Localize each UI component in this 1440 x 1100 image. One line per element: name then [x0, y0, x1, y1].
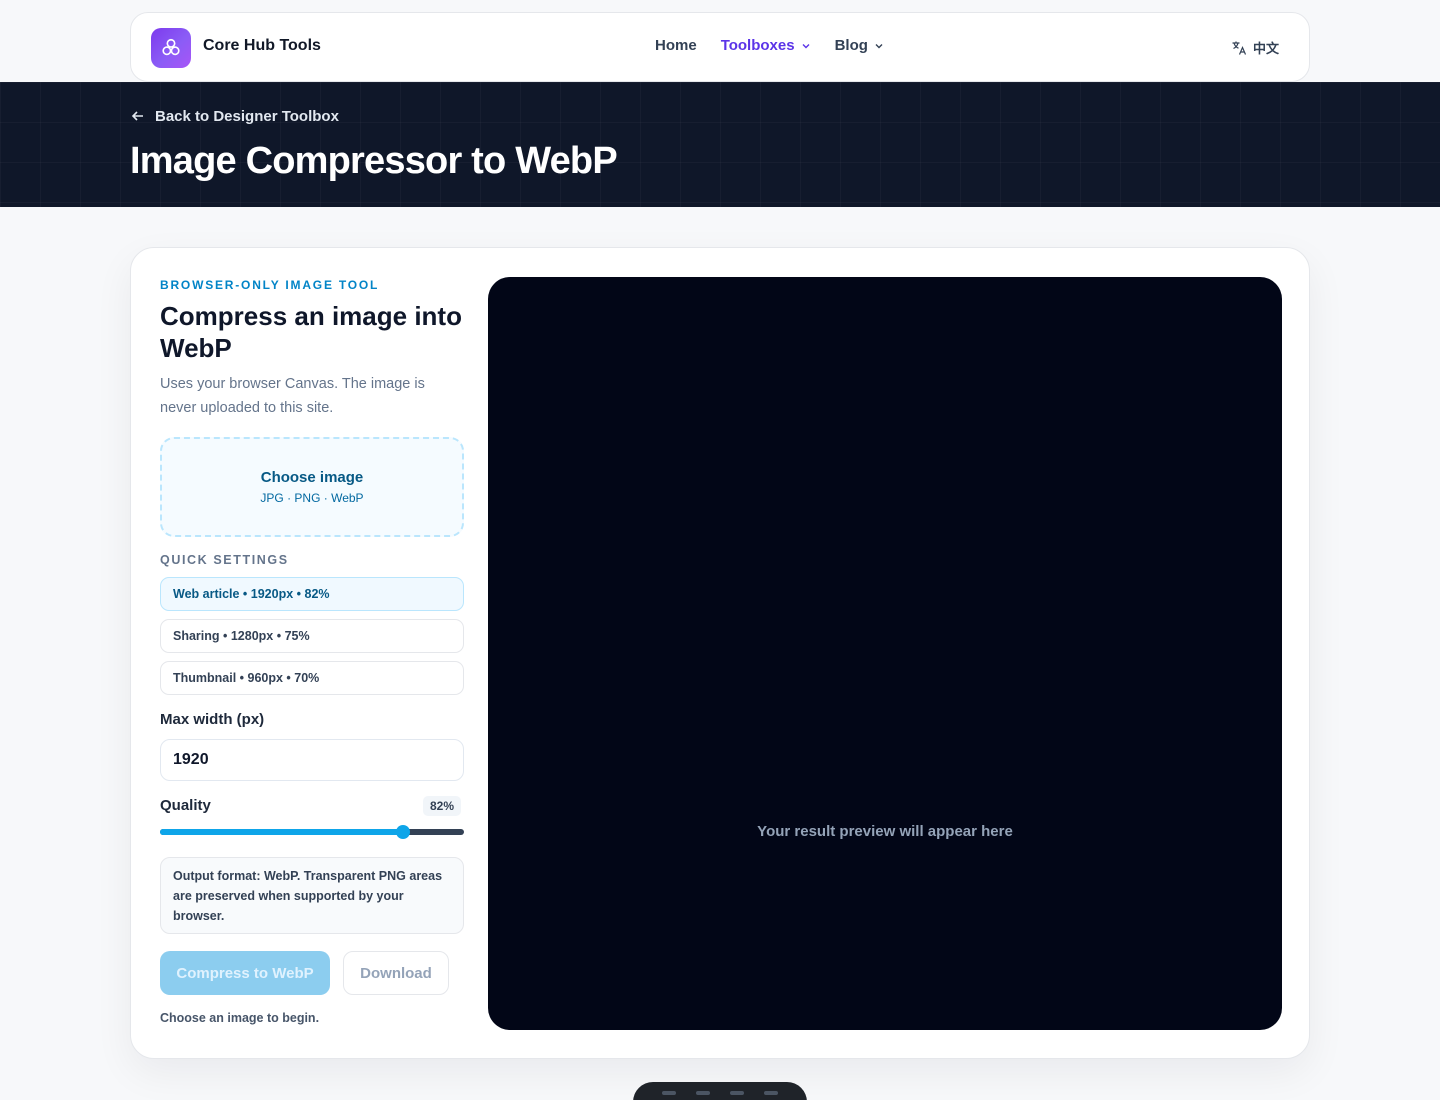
page-title: Image Compressor to WebP: [130, 140, 618, 182]
preset-thumbnail[interactable]: Thumbnail • 960px • 70%: [160, 661, 464, 695]
quality-slider[interactable]: [160, 825, 464, 839]
result-preview: Your result preview will appear here: [488, 277, 1282, 1030]
tool-description: Uses your browser Canvas. The image is n…: [160, 376, 425, 416]
toolbar-icon[interactable]: [730, 1091, 744, 1095]
toolbar-icon[interactable]: [696, 1091, 710, 1095]
floating-toolbar[interactable]: [633, 1082, 807, 1100]
slider-fill: [160, 829, 404, 835]
tool-eyebrow: BROWSER-ONLY IMAGE TOOL: [160, 278, 380, 292]
max-width-label: Max width (px): [160, 711, 265, 728]
language-switch[interactable]: 中文: [1231, 38, 1279, 57]
toolbar-icon[interactable]: [764, 1091, 778, 1095]
logo[interactable]: [151, 28, 191, 68]
preset-label: Thumbnail • 960px • 70%: [173, 671, 320, 685]
download-button[interactable]: Download: [343, 951, 449, 995]
nav-blog[interactable]: Blog: [835, 37, 884, 54]
tool-card: BROWSER-ONLY IMAGE TOOL Compress an imag…: [130, 247, 1310, 1059]
toolbar-icon[interactable]: [662, 1091, 676, 1095]
quality-label: Quality: [160, 797, 211, 814]
nav-home-label: Home: [655, 37, 697, 54]
back-link-label: Back to Designer Toolbox: [155, 107, 339, 125]
brand-name[interactable]: Core Hub Tools: [203, 37, 321, 55]
choose-image-label: Choose image: [260, 469, 364, 486]
nav-home[interactable]: Home: [655, 37, 697, 54]
preset-web-article[interactable]: Web article • 1920px • 82%: [160, 577, 464, 611]
accepted-formats: JPG · PNG · WebP: [260, 491, 364, 505]
slider-thumb[interactable]: [396, 825, 411, 839]
language-label: 中文: [1252, 41, 1279, 56]
main-nav: Home Toolboxes Blog: [655, 37, 884, 54]
chevron-down-icon: [802, 43, 810, 48]
tool-title: Compress an image into WebP: [160, 301, 462, 363]
status-text: Choose an image to begin.: [160, 1011, 320, 1025]
back-link[interactable]: Back to Designer Toolbox: [131, 106, 339, 126]
nav-toolboxes[interactable]: Toolboxes: [721, 37, 811, 54]
quick-settings-label: QUICK SETTINGS: [160, 553, 289, 567]
nav-blog-label: Blog: [834, 37, 868, 54]
preset-sharing[interactable]: Sharing • 1280px • 75%: [160, 619, 464, 653]
image-dropzone[interactable]: Choose image JPG · PNG · WebP: [160, 437, 464, 537]
translate-icon: [1232, 41, 1247, 55]
preview-placeholder: Your result preview will appear here: [757, 823, 1013, 840]
nav-toolboxes-label: Toolboxes: [720, 37, 795, 54]
compress-button[interactable]: Compress to WebP: [160, 951, 330, 995]
site-header: Core Hub Tools Home Toolboxes Blog 中文: [130, 12, 1310, 82]
chevron-down-icon: [875, 43, 883, 48]
atom-logo-icon: [162, 38, 180, 56]
max-width-input[interactable]: [160, 739, 464, 781]
output-format-note: Output format: WebP. Transparent PNG are…: [160, 857, 464, 934]
arrow-left-icon: [131, 111, 143, 121]
quality-value-badge: 82%: [423, 796, 462, 816]
preset-label: Web article • 1920px • 82%: [173, 587, 330, 601]
preset-label: Sharing • 1280px • 75%: [173, 629, 310, 643]
